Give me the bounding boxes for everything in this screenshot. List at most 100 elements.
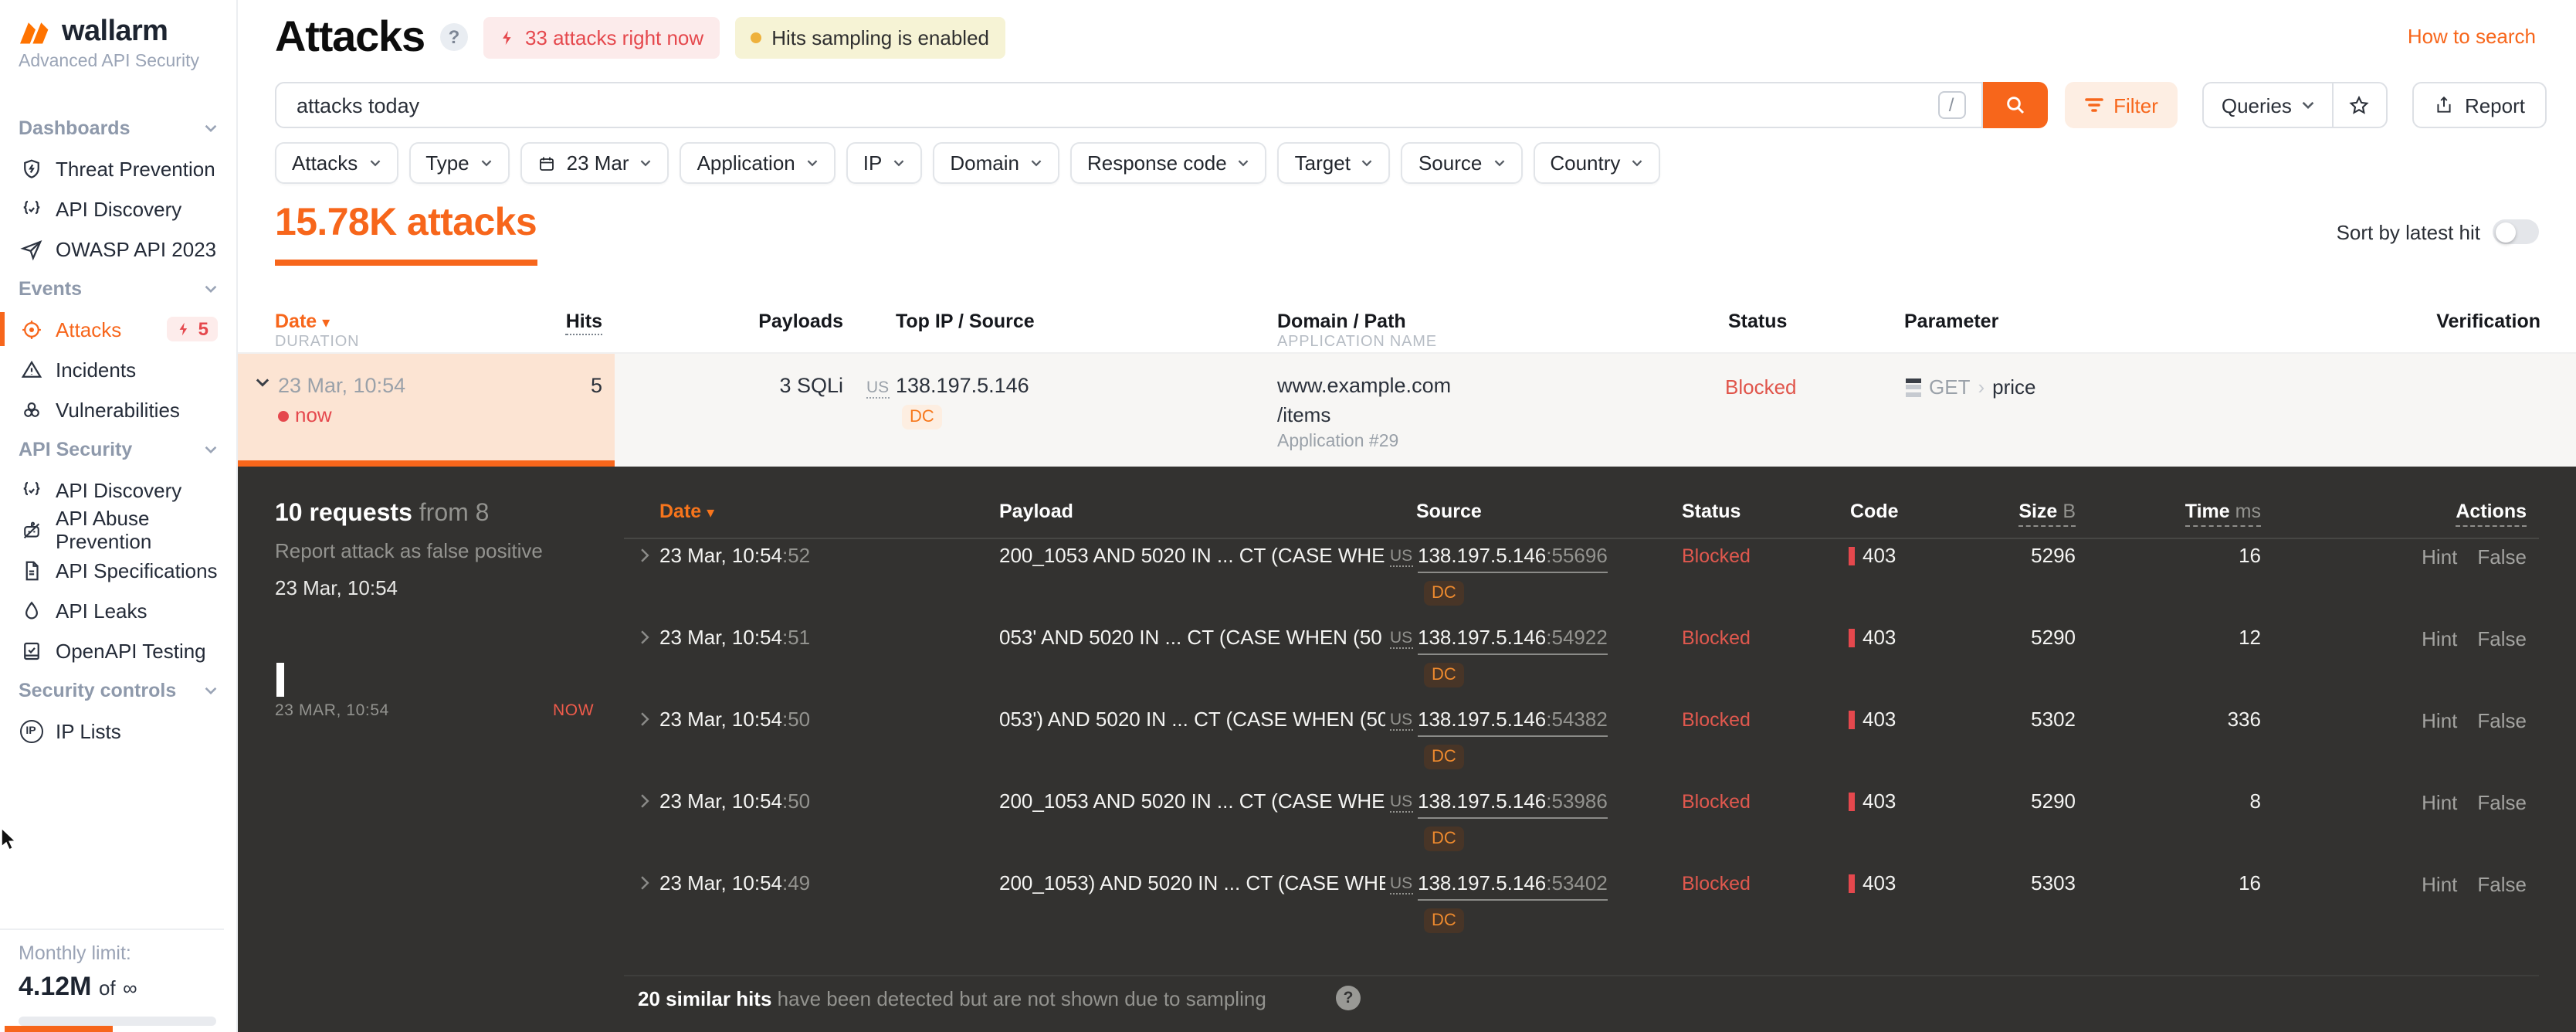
sidebar-item-openapi-testing[interactable]: OpenAPI Testing <box>0 630 236 670</box>
sidebar-item-threat-prevention[interactable]: Threat Prevention <box>0 148 236 188</box>
favorite-star-button[interactable] <box>2334 83 2386 127</box>
sidebar-item-api-specifications[interactable]: API Specifications <box>0 550 236 590</box>
filter-chip-date[interactable]: 23 Mar <box>520 142 669 184</box>
collapse-chevron-icon[interactable] <box>255 377 270 388</box>
section-security-controls[interactable]: Security controls <box>0 670 236 711</box>
filter-chip-type[interactable]: Type <box>408 142 510 184</box>
filter-chip-source[interactable]: Source <box>1401 142 1523 184</box>
expand-chevron-icon[interactable] <box>639 547 650 564</box>
search-input[interactable] <box>276 93 1938 117</box>
hint-link[interactable]: Hint <box>2422 873 2457 896</box>
datacenter-tag[interactable]: DC <box>1424 581 1464 606</box>
hit-source-ip[interactable]: 138.197.5.146:53986 <box>1418 789 1608 819</box>
section-api-security[interactable]: API Security <box>0 429 236 470</box>
col-date[interactable]: Date ▾ <box>659 501 714 522</box>
country-label[interactable]: US <box>866 379 890 399</box>
sidebar-item-api-discovery[interactable]: API Discovery <box>0 188 236 229</box>
hit-row[interactable]: 23 Mar, 10:54:51 053' AND 5020 IN ... CT… <box>238 626 2576 706</box>
datacenter-tag[interactable]: DC <box>1424 663 1464 687</box>
country-label[interactable]: US <box>1390 629 1413 649</box>
expand-chevron-icon[interactable] <box>639 629 650 646</box>
attack-row-expanded[interactable]: 23 Mar, 10:54 now 5 3 SQLi US 138.197.5.… <box>238 354 2576 467</box>
code-severity-bar <box>1849 546 1855 565</box>
filter-chip-attacks[interactable]: Attacks <box>275 142 398 184</box>
expand-chevron-icon[interactable] <box>639 793 650 810</box>
help-icon[interactable]: ? <box>1336 986 1361 1010</box>
section-events[interactable]: Events <box>0 269 236 309</box>
datacenter-tag[interactable]: DC <box>1424 908 1464 933</box>
sidebar-item-api-discovery-2[interactable]: API Discovery <box>0 470 236 510</box>
sidebar-item-api-abuse-prevention[interactable]: API Abuse Prevention <box>0 507 236 553</box>
infinity-icon: ∞ <box>123 976 137 1000</box>
country-label[interactable]: US <box>1390 547 1413 567</box>
mouse-cursor <box>2 828 19 851</box>
chevron-down-icon <box>204 445 218 454</box>
sidebar-item-attacks[interactable]: Attacks 5 <box>0 309 236 349</box>
country-label[interactable]: US <box>1390 711 1413 731</box>
hit-row[interactable]: 23 Mar, 10:54:52 200_1053 AND 5020 IN ..… <box>238 544 2576 624</box>
col-actions[interactable]: Actions <box>2456 501 2527 527</box>
how-to-search-link[interactable]: How to search <box>2408 25 2536 48</box>
filter-chip-country[interactable]: Country <box>1533 142 1661 184</box>
sidebar-item-owasp-api-2023[interactable]: OWASP API 2023 <box>0 229 236 269</box>
hit-code: 403 <box>1849 544 1896 567</box>
datacenter-tag[interactable]: DC <box>902 405 942 429</box>
false-link[interactable]: False <box>2477 627 2527 650</box>
report-button[interactable]: Report <box>2412 82 2547 128</box>
datacenter-tag[interactable]: DC <box>1424 745 1464 769</box>
attack-application: Application #29 <box>1277 433 1399 451</box>
hit-source-ip[interactable]: 138.197.5.146:54382 <box>1418 708 1608 737</box>
search-icon <box>2002 93 2027 117</box>
hit-code: 403 <box>1849 626 1896 649</box>
sampling-note: 20 similar hits have been detected but a… <box>638 987 1266 1010</box>
search-button[interactable] <box>1982 82 2048 128</box>
country-label[interactable]: US <box>1390 793 1413 813</box>
hit-status: Blocked <box>1682 709 1751 731</box>
hit-payload: 053') AND 5020 IN ... CT (CASE WHEN (50 <box>999 708 1385 731</box>
code-severity-bar <box>1849 792 1855 810</box>
col-size[interactable]: Size B <box>2018 501 2076 527</box>
expand-chevron-icon[interactable] <box>639 711 650 728</box>
sidebar-nav: Dashboards Threat Prevention API Discove… <box>0 108 236 751</box>
hit-source-ip[interactable]: 138.197.5.146:55696 <box>1418 544 1608 573</box>
attack-top-ip[interactable]: 138.197.5.146 <box>896 374 1029 397</box>
hit-source-ip[interactable]: 138.197.5.146:54922 <box>1418 626 1608 655</box>
filter-chip-application[interactable]: Application <box>680 142 836 184</box>
filter-chip-target[interactable]: Target <box>1277 142 1391 184</box>
hit-time: 16 <box>2239 871 2261 895</box>
sidebar-item-vulnerabilities[interactable]: Vulnerabilities <box>0 389 236 429</box>
wallarm-logo[interactable]: wallarm <box>0 0 236 49</box>
col-time[interactable]: Time ms <box>2185 501 2261 527</box>
sidebar-item-ip-lists[interactable]: IP IP Lists <box>0 711 236 751</box>
hit-row[interactable]: 23 Mar, 10:54:49 200_1053) AND 5020 IN .… <box>238 871 2576 952</box>
hint-link[interactable]: Hint <box>2422 545 2457 569</box>
sidebar-item-api-leaks[interactable]: API Leaks <box>0 590 236 630</box>
hit-status: Blocked <box>1682 873 1751 895</box>
filter-chip-response-code[interactable]: Response code <box>1069 142 1267 184</box>
sort-toggle[interactable] <box>2493 219 2539 244</box>
hit-source-ip[interactable]: 138.197.5.146:53402 <box>1418 871 1608 901</box>
help-icon[interactable]: ? <box>439 23 468 51</box>
hint-link[interactable]: Hint <box>2422 627 2457 650</box>
hint-link[interactable]: Hint <box>2422 791 2457 814</box>
datacenter-tag[interactable]: DC <box>1424 827 1464 851</box>
expand-chevron-icon[interactable] <box>639 874 650 891</box>
section-dashboards[interactable]: Dashboards <box>0 108 236 148</box>
false-link[interactable]: False <box>2477 791 2527 814</box>
queries-dropdown[interactable]: Queries <box>2205 83 2332 127</box>
col-date[interactable]: Date ▾ <box>275 311 330 332</box>
hit-row[interactable]: 23 Mar, 10:54:50 053') AND 5020 IN ... C… <box>238 708 2576 788</box>
false-link[interactable]: False <box>2477 545 2527 569</box>
lightning-icon <box>499 27 516 47</box>
false-link[interactable]: False <box>2477 709 2527 732</box>
hit-row[interactable]: 23 Mar, 10:54:50 200_1053 AND 5020 IN ..… <box>238 789 2576 870</box>
filter-button[interactable]: Filter <box>2064 82 2178 128</box>
false-link[interactable]: False <box>2477 873 2527 896</box>
country-label[interactable]: US <box>1390 874 1413 895</box>
main-content: Attacks ? 33 attacks right now Hits samp… <box>238 0 2576 1032</box>
sidebar-item-incidents[interactable]: Incidents <box>0 349 236 389</box>
filter-chip-ip[interactable]: IP <box>846 142 923 184</box>
col-hits[interactable]: Hits <box>565 311 602 335</box>
hint-link[interactable]: Hint <box>2422 709 2457 732</box>
filter-chip-domain[interactable]: Domain <box>933 142 1059 184</box>
